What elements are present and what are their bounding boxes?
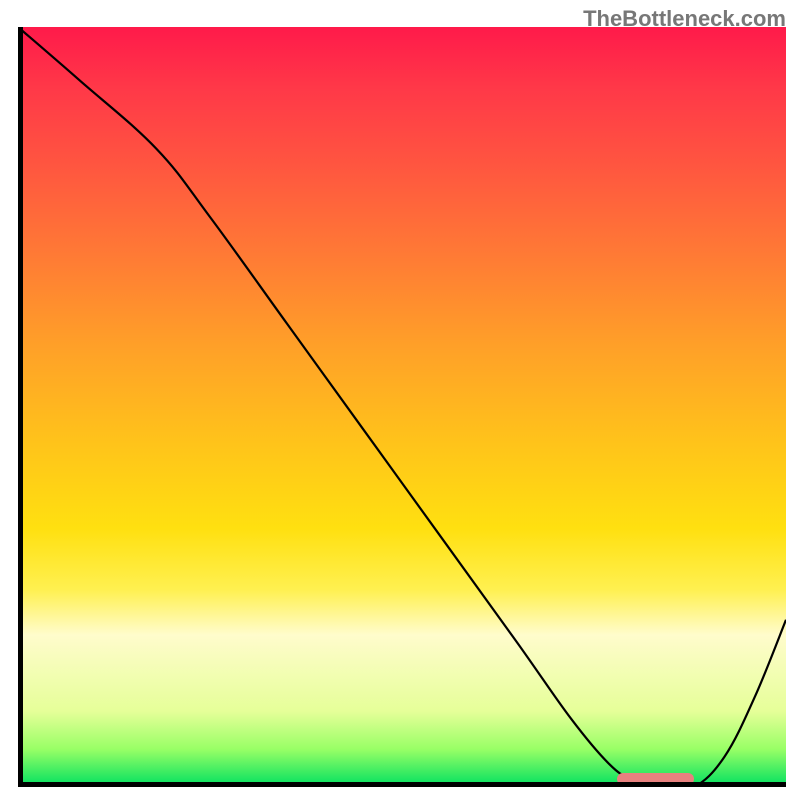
- watermark-text: TheBottleneck.com: [583, 6, 786, 32]
- optimal-range-marker: [617, 773, 694, 785]
- chart-svg: [18, 27, 786, 787]
- chart-container: [18, 27, 786, 787]
- bottleneck-curve: [18, 27, 786, 787]
